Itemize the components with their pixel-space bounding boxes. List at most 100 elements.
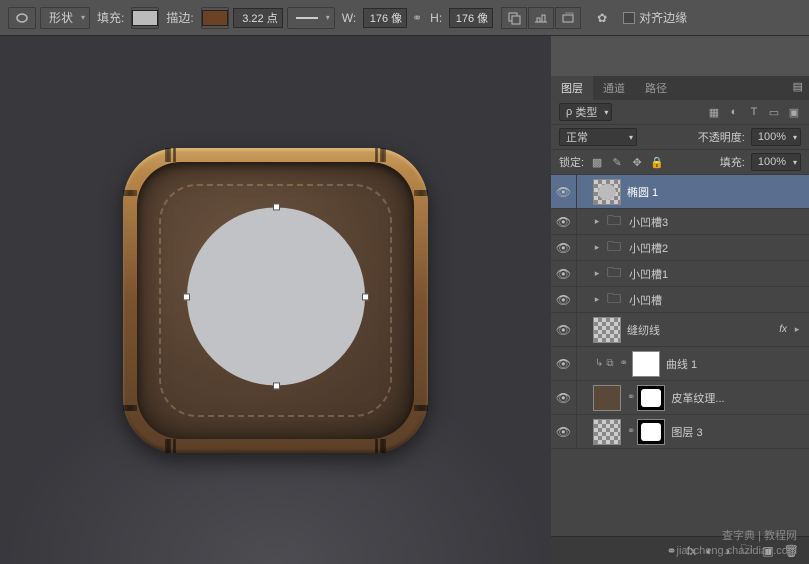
stroke-swatch[interactable] [201, 7, 229, 29]
link-wh-icon[interactable]: ⚭ [411, 11, 423, 25]
tool-preset-button[interactable] [8, 7, 36, 29]
adjust-icon: ⧉ [606, 358, 613, 369]
lock-all-icon[interactable]: 🔒 [650, 155, 664, 169]
stroke-style-dropdown[interactable] [287, 7, 335, 29]
layer-name[interactable]: 小凹槽 [629, 292, 803, 308]
disclosure-icon[interactable]: ▸ [791, 324, 803, 335]
align-edges-checkbox[interactable]: 对齐边缘 [623, 9, 687, 26]
path-arrange-button[interactable] [555, 7, 581, 29]
layers-list: 👁 椭圆 1 👁 ▸ 🗀 小凹槽3 👁 ▸ 🗀 小凹槽2 👁 ▸ 🗀 [551, 175, 809, 536]
tab-paths[interactable]: 路径 [635, 76, 677, 100]
width-input[interactable] [363, 8, 407, 28]
opacity-input[interactable]: 100% [751, 128, 801, 146]
layer-row[interactable]: 👁 ⚭ 图层 3 [551, 415, 809, 449]
layer-row[interactable]: 👁 缝纫线 fx ▸ [551, 313, 809, 347]
visibility-icon[interactable]: 👁 [551, 415, 577, 448]
settings-icon[interactable]: ✿ [591, 7, 613, 29]
filter-type-icon[interactable]: T [747, 105, 761, 119]
watermark: 查字典 | 教程网 jiaocheng.chazidian.com [677, 529, 797, 558]
layer-name[interactable]: 曲线 1 [666, 356, 803, 372]
visibility-icon[interactable]: 👁 [551, 313, 577, 346]
filter-image-icon[interactable]: ▦ [707, 105, 721, 119]
link-mask-icon[interactable]: ⚭ [620, 358, 628, 369]
layer-row[interactable]: 👁 椭圆 1 [551, 175, 809, 209]
layer-name[interactable]: 皮革纹理... [671, 390, 803, 406]
disclosure-icon[interactable]: ▸ [591, 294, 603, 305]
transform-handle[interactable] [183, 293, 190, 300]
fill-swatch[interactable] [131, 7, 159, 29]
layer-row[interactable]: 👁 ⚭ 皮革纹理... [551, 381, 809, 415]
visibility-icon[interactable]: 👁 [551, 175, 577, 208]
stroke-width-input[interactable] [233, 8, 283, 28]
filter-type-dropdown[interactable]: ρ 类型 [559, 103, 612, 121]
align-edges-label: 对齐边缘 [639, 9, 687, 26]
width-label: W: [342, 11, 356, 25]
disclosure-icon[interactable]: ▸ [591, 242, 603, 253]
blend-mode-dropdown[interactable]: 正常 [559, 128, 637, 146]
mask-thumbnail[interactable] [632, 351, 660, 377]
layer-row[interactable]: 👁 ▸ 🗀 小凹槽3 [551, 209, 809, 235]
mask-thumbnail[interactable] [637, 385, 665, 411]
stroke-label: 描边: [166, 9, 193, 26]
layer-name[interactable]: 椭圆 1 [627, 184, 803, 200]
layer-name[interactable]: 小凹槽3 [629, 214, 803, 230]
ellipse-shape[interactable] [187, 207, 365, 385]
folder-icon: 🗀 [605, 209, 623, 235]
disclosure-icon[interactable]: ▸ [591, 268, 603, 279]
layer-name[interactable]: 小凹槽2 [629, 240, 803, 256]
transform-handle[interactable] [273, 203, 280, 210]
mode-label: 形状 [49, 9, 73, 26]
layer-thumbnail[interactable] [593, 317, 621, 343]
panels-area: 图层 通道 路径 ▤ ρ 类型 ▦ ◐ T ▭ ▣ 正常 不透明度: 100% … [551, 36, 809, 564]
layer-row[interactable]: 👁 ▸ 🗀 小凹槽1 [551, 261, 809, 287]
layer-name[interactable]: 小凹槽1 [629, 266, 803, 282]
mode-dropdown[interactable]: 形状 [40, 7, 90, 29]
canvas-area[interactable] [0, 36, 551, 564]
lock-transparency-icon[interactable]: ▩ [590, 155, 604, 169]
lock-label: 锁定: [559, 154, 584, 170]
visibility-icon[interactable]: 👁 [551, 261, 577, 286]
layer-name[interactable]: 缝纫线 [627, 322, 779, 338]
filter-smart-icon[interactable]: ▣ [787, 105, 801, 119]
link-layers-icon[interactable]: ⚭ [667, 544, 677, 558]
filter-shape-icon[interactable]: ▭ [767, 105, 781, 119]
layer-filter-row: ρ 类型 ▦ ◐ T ▭ ▣ [551, 100, 809, 125]
transform-handle[interactable] [362, 293, 369, 300]
fill-opacity-input[interactable]: 100% [751, 153, 801, 171]
layer-row[interactable]: 👁 ▸ 🗀 小凹槽 [551, 287, 809, 313]
panel-menu-icon[interactable]: ▤ [793, 80, 803, 93]
filter-adjust-icon[interactable]: ◐ [727, 105, 741, 119]
clip-icon: ↳ [595, 358, 603, 369]
visibility-icon[interactable]: 👁 [551, 347, 577, 380]
tab-channels[interactable]: 通道 [593, 76, 635, 100]
transform-handle[interactable] [273, 382, 280, 389]
lock-paint-icon[interactable]: ✎ [610, 155, 624, 169]
layer-row[interactable]: 👁 ▸ 🗀 小凹槽2 [551, 235, 809, 261]
visibility-icon[interactable]: 👁 [551, 209, 577, 234]
visibility-icon[interactable]: 👁 [551, 287, 577, 312]
link-mask-icon[interactable]: ⚭ [627, 426, 635, 437]
lock-row: 锁定: ▩ ✎ ✥ 🔒 填充: 100% [551, 150, 809, 175]
fx-badge[interactable]: fx [779, 324, 787, 335]
options-bar: 形状 填充: 描边: W: ⚭ H: ✿ 对齐边缘 [0, 0, 809, 36]
path-ops-group [501, 7, 581, 29]
layer-thumbnail[interactable] [593, 419, 621, 445]
layer-thumbnail[interactable] [593, 179, 621, 205]
path-combine-button[interactable] [501, 7, 527, 29]
visibility-icon[interactable]: 👁 [551, 381, 577, 414]
lock-position-icon[interactable]: ✥ [630, 155, 644, 169]
layer-row[interactable]: 👁 ↳⧉ ⚭ 曲线 1 [551, 347, 809, 381]
link-mask-icon[interactable]: ⚭ [627, 392, 635, 403]
blend-row: 正常 不透明度: 100% [551, 125, 809, 150]
layer-name[interactable]: 图层 3 [671, 424, 803, 440]
visibility-icon[interactable]: 👁 [551, 235, 577, 260]
layer-thumbnail[interactable] [593, 385, 621, 411]
path-align-button[interactable] [528, 7, 554, 29]
height-input[interactable] [449, 8, 493, 28]
panel-tabs: 图层 通道 路径 ▤ [551, 76, 809, 100]
icon-artwork [123, 148, 428, 453]
tab-layers[interactable]: 图层 [551, 76, 593, 100]
disclosure-icon[interactable]: ▸ [591, 216, 603, 227]
folder-icon: 🗀 [605, 287, 623, 313]
mask-thumbnail[interactable] [637, 419, 665, 445]
